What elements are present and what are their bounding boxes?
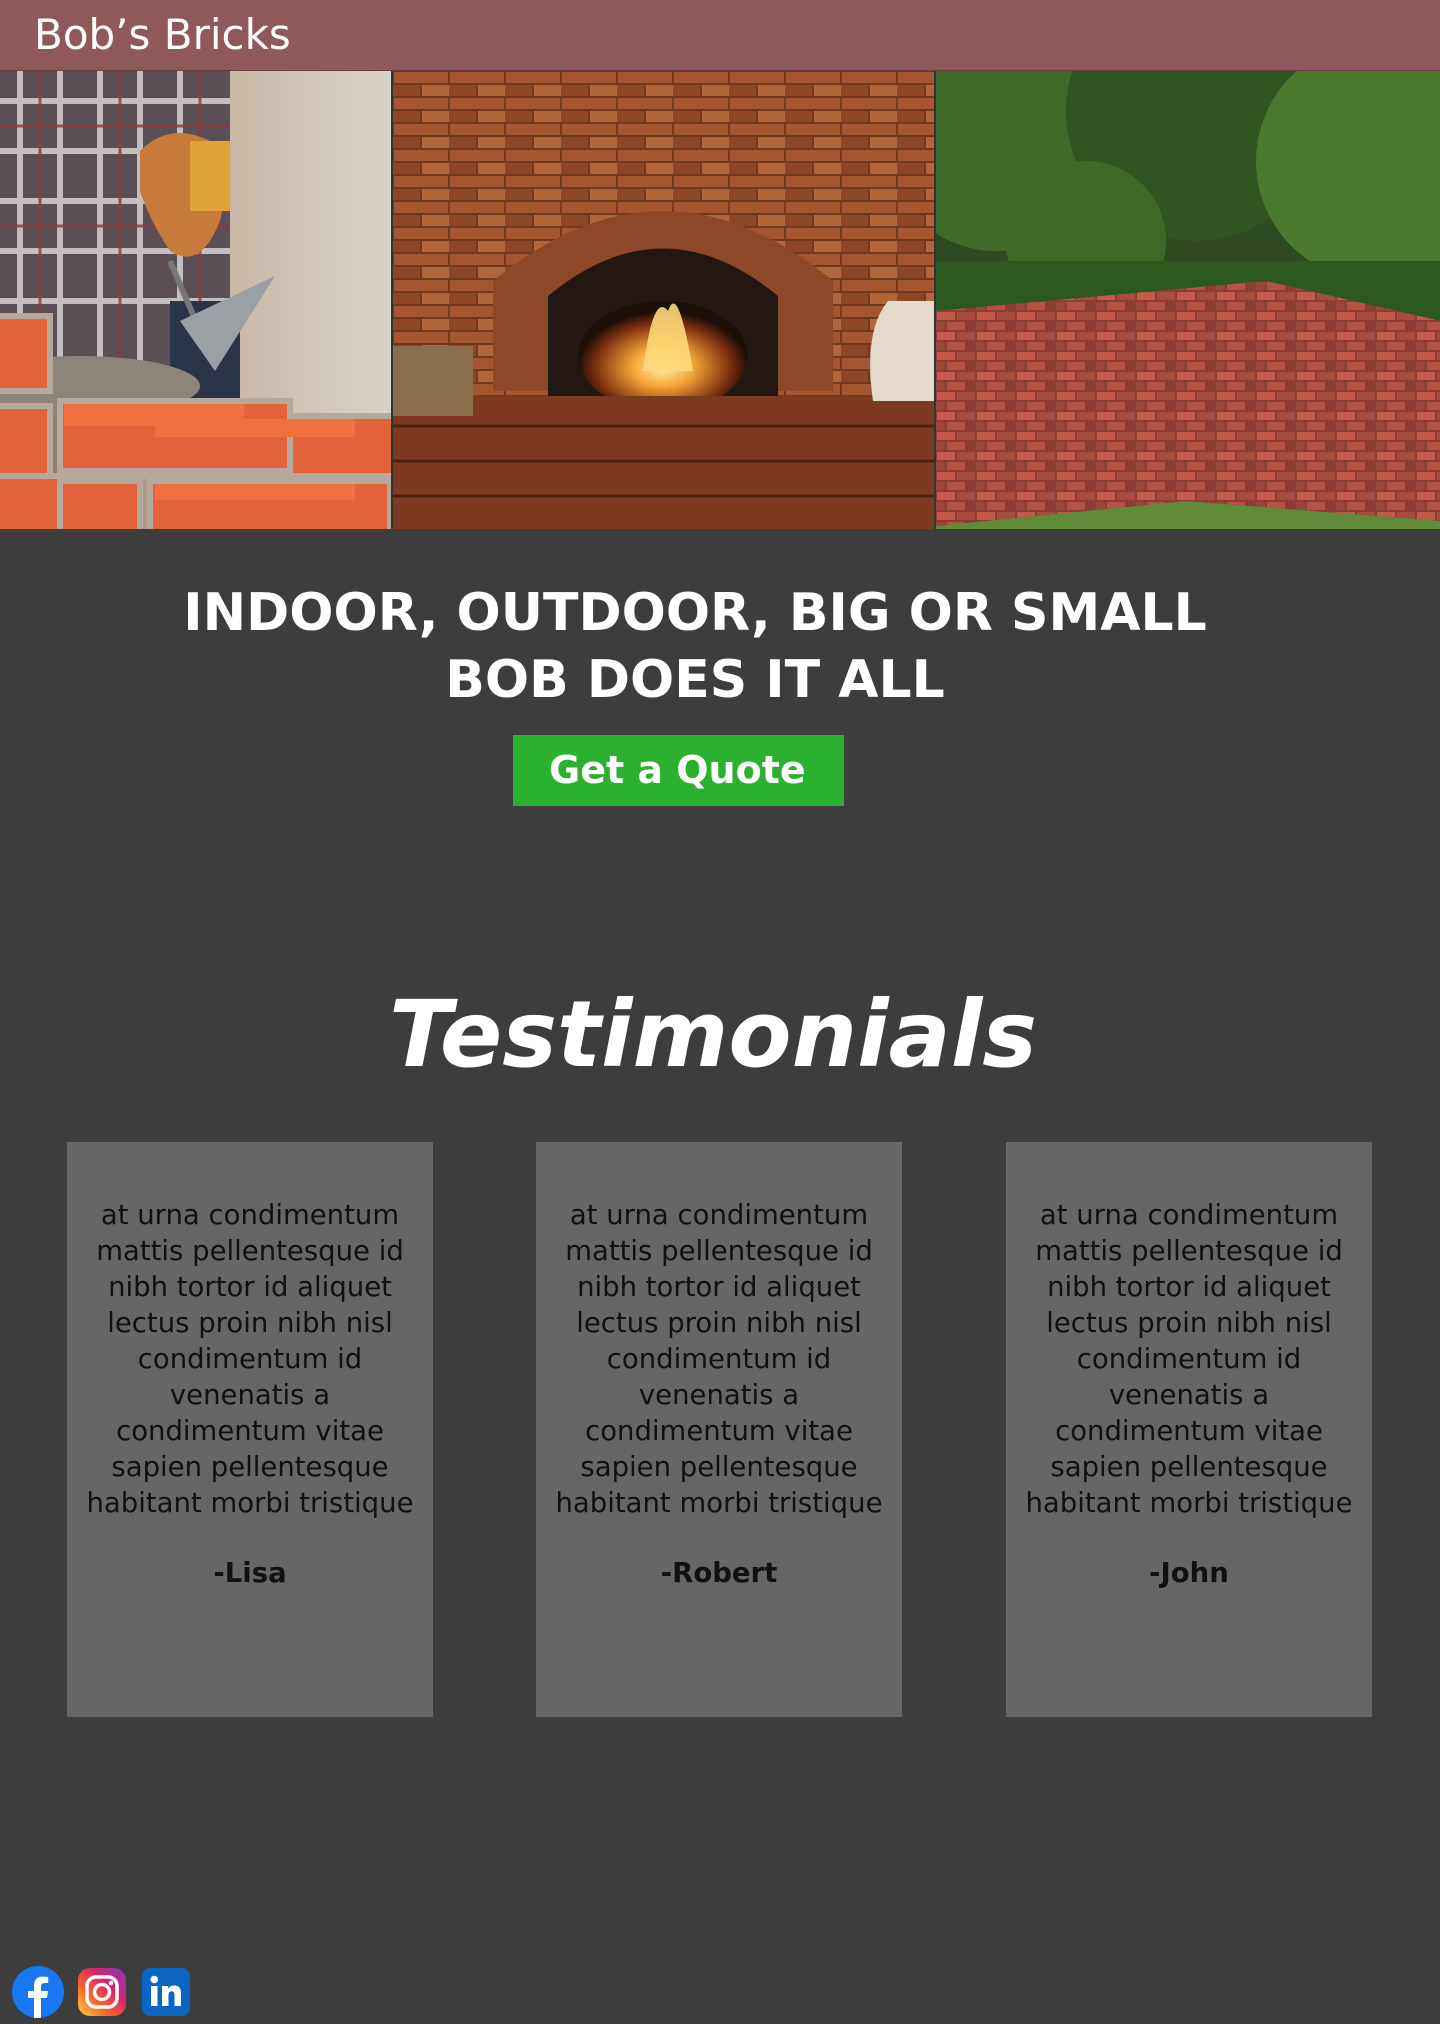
brick-patio-photo: [933, 71, 1440, 529]
headline-line-1: INDOOR, OUTDOOR, BIG OR SMALL: [183, 583, 1207, 643]
testimonials-heading: Testimonials: [388, 981, 1038, 1088]
social-links: [12, 1966, 192, 2018]
hero-headline: INDOOR, OUTDOOR, BIG OR SMALL BOB DOES I…: [0, 580, 1390, 714]
testimonial-text: at urna condimentum mattis pellentesque …: [555, 1199, 883, 1519]
facebook-icon[interactable]: [12, 1966, 64, 2018]
testimonial-author: -Lisa: [213, 1557, 287, 1589]
brand-title[interactable]: Bob’s Bricks: [34, 10, 291, 60]
testimonial-text: at urna condimentum mattis pellentesque …: [86, 1199, 414, 1519]
site-header: Bob’s Bricks: [0, 0, 1440, 71]
testimonial-text: at urna condimentum mattis pellentesque …: [1025, 1199, 1353, 1519]
brick-fireplace-photo: [391, 71, 934, 529]
testimonial-card: at urna condimentum mattis pellentesque …: [67, 1142, 433, 1717]
bricklayer-photo: [0, 71, 392, 529]
testimonial-author: -Robert: [660, 1557, 778, 1589]
instagram-icon[interactable]: [76, 1966, 128, 2018]
linkedin-icon[interactable]: [140, 1966, 192, 2018]
get-quote-button[interactable]: Get a Quote: [513, 735, 844, 806]
testimonial-author: -John: [1149, 1557, 1229, 1589]
headline-line-2: BOB DOES IT ALL: [445, 650, 945, 710]
testimonial-card: at urna condimentum mattis pellentesque …: [536, 1142, 902, 1717]
testimonial-card: at urna condimentum mattis pellentesque …: [1006, 1142, 1372, 1717]
hero-image-strip: [0, 71, 1440, 529]
